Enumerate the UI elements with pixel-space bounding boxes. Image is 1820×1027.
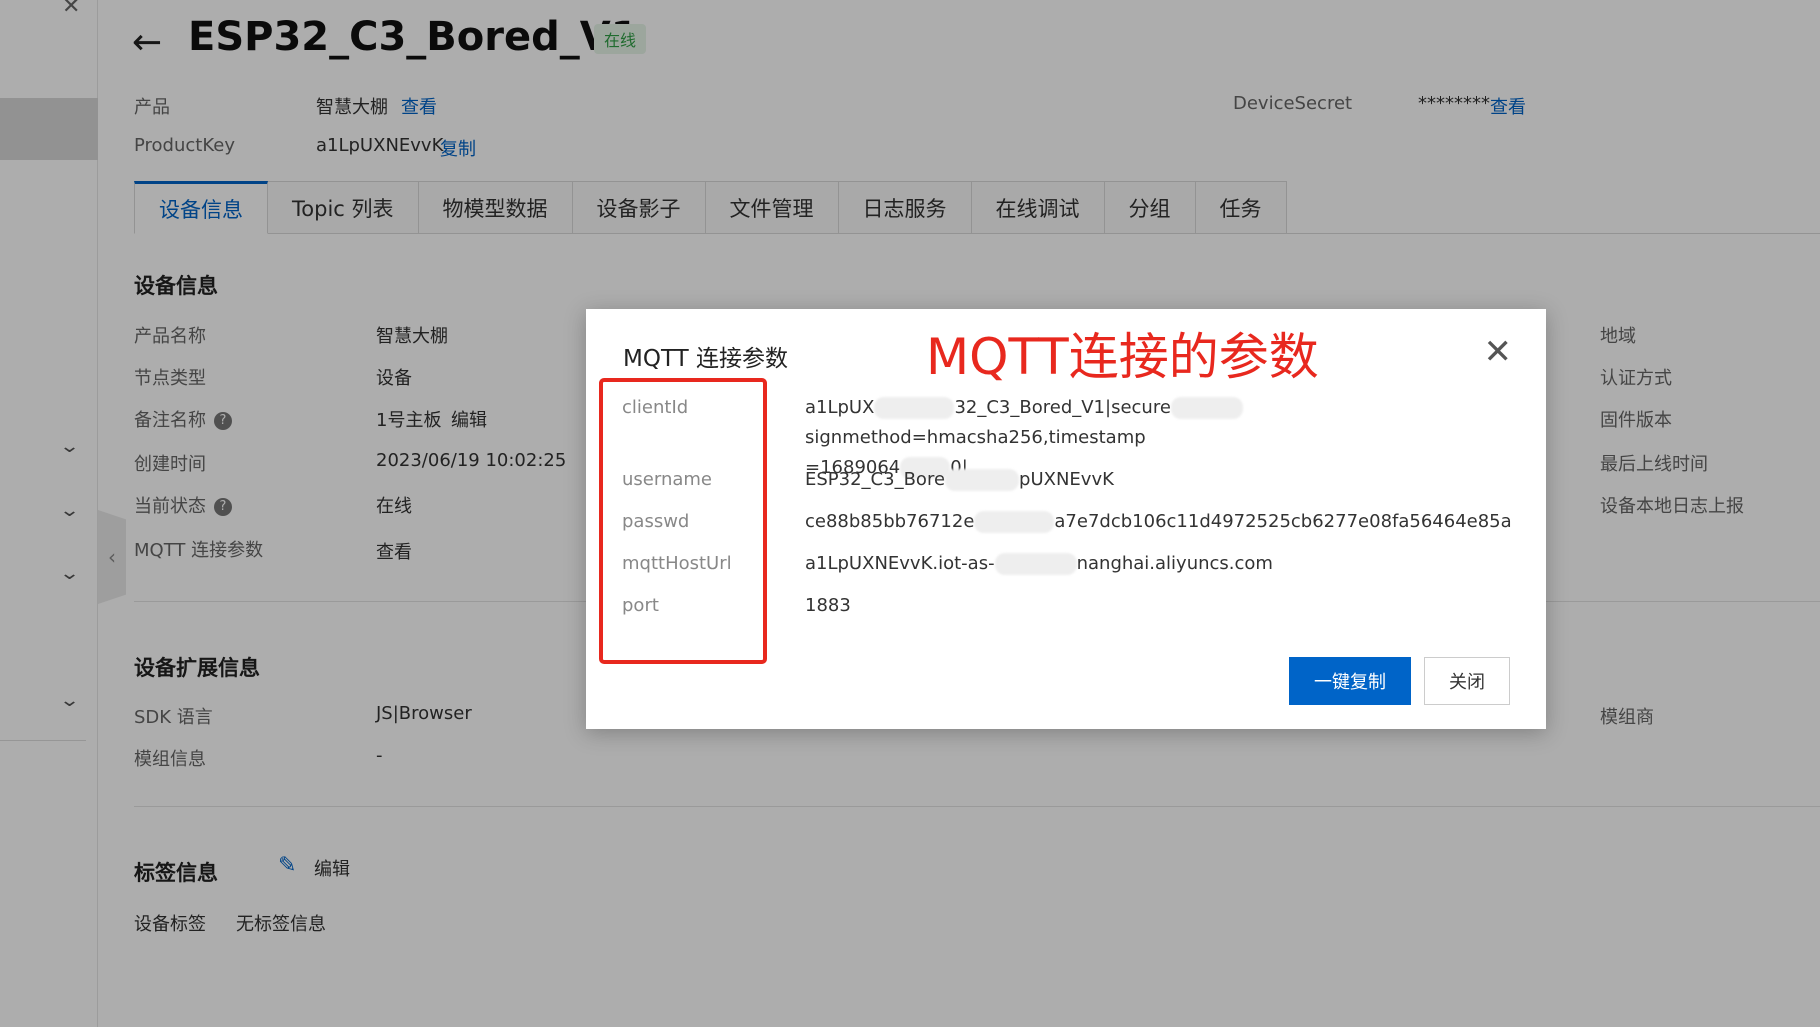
passwd-part: a7e7dcb106c11d4972525cb6277e08fa56464e85… bbox=[1054, 511, 1512, 532]
redacted-blur bbox=[874, 397, 955, 419]
param-key-passwd: passwd bbox=[622, 511, 690, 532]
clientid-part: signmethod=hmacsha256,timestamp bbox=[805, 427, 1146, 448]
param-value-username: ESP32_C3_Bore pUXNEvvK bbox=[805, 465, 1515, 495]
modal-title: MQTT 连接参数 bbox=[623, 346, 788, 372]
host-part: a1LpUXNEvvK.iot-as- bbox=[805, 553, 995, 574]
close-button[interactable]: 关闭 bbox=[1424, 657, 1510, 705]
clientid-part: 32_C3_Bored_V1|secure bbox=[954, 397, 1171, 418]
redacted-blur bbox=[974, 511, 1055, 533]
close-icon[interactable]: ✕ bbox=[1484, 335, 1513, 369]
clientid-part: a1LpUX bbox=[805, 397, 875, 418]
param-key-username: username bbox=[622, 469, 712, 490]
param-key-port: port bbox=[622, 595, 659, 616]
param-value-host: a1LpUXNEvvK.iot-as-nanghai.aliyuncs.com bbox=[805, 549, 1515, 579]
param-value-port: 1883 bbox=[805, 595, 851, 616]
username-part: ESP32_C3_Bore bbox=[805, 469, 946, 490]
param-key-host: mqttHostUrl bbox=[622, 553, 732, 574]
mqtt-params-modal: MQTT 连接参数 MQTT连接的参数 ✕ clientId a1LpUX 32_… bbox=[586, 309, 1546, 729]
redacted-blur bbox=[945, 469, 1020, 491]
copy-all-button[interactable]: 一键复制 bbox=[1289, 657, 1411, 705]
redacted-blur bbox=[1170, 397, 1243, 419]
host-part: nanghai.aliyuncs.com bbox=[1076, 553, 1273, 574]
param-key-clientid: clientId bbox=[622, 397, 689, 418]
annotation-text: MQTT连接的参数 bbox=[926, 328, 1319, 386]
passwd-part: ce88b85bb76712e bbox=[805, 511, 975, 532]
param-value-passwd: ce88b85bb76712e a7e7dcb106c11d4972525cb62… bbox=[805, 507, 1515, 537]
username-part: pUXNEvvK bbox=[1019, 469, 1114, 490]
redacted-blur bbox=[994, 553, 1077, 575]
